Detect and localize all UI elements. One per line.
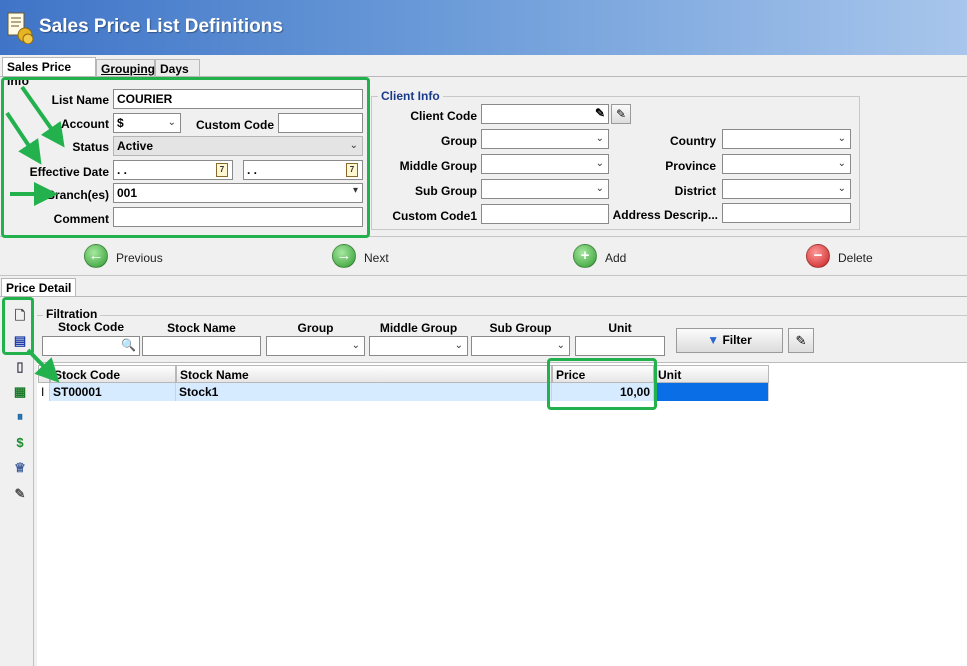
annotation-arrows: [5, 85, 65, 383]
